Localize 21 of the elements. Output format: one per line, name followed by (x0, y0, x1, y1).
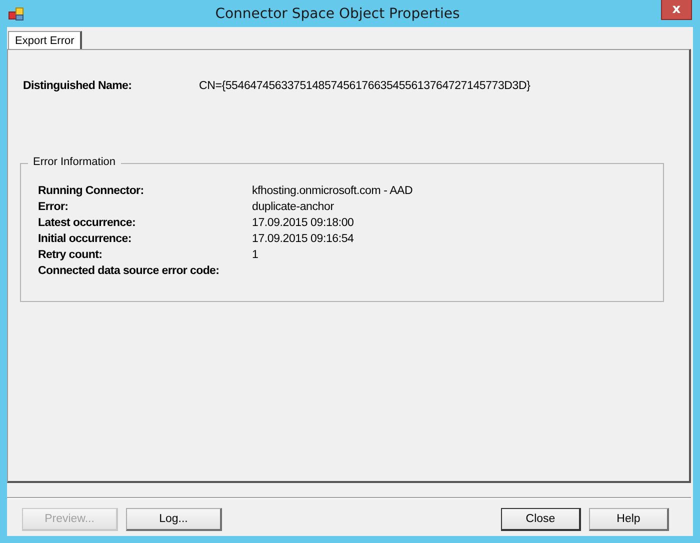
group-title: Error Information (28, 156, 121, 168)
field-value: 17.09.2015 09:16:54 (252, 233, 354, 245)
field-label: Initial occurrence: (38, 233, 132, 245)
field-label: Distinguished Name: (22, 80, 133, 92)
field-value: CN={554647456337514857456176635455613764727145773D3D} (199, 80, 530, 92)
window-close-button[interactable]: x (661, 0, 692, 20)
dialog-button[interactable]: Help (589, 508, 669, 531)
tab[interactable]: Export Error (8, 31, 82, 49)
field-value: duplicate-anchor (252, 201, 334, 213)
field-label: Latest occurrence: (38, 217, 136, 229)
field-value: 1 (252, 249, 258, 261)
dialog-button[interactable]: Log... (126, 508, 222, 531)
field-label: Connected data source error code: (38, 265, 220, 277)
app-icon (8, 6, 24, 22)
field-value: kfhosting.onmicrosoft.com - AAD (252, 185, 413, 197)
field-value: 17.09.2015 09:18:00 (252, 217, 354, 229)
dialog-button[interactable]: Close (501, 508, 581, 531)
field-label: Retry count: (38, 249, 104, 261)
field-label: Running Connector: (38, 185, 145, 197)
field-label: Error: (38, 201, 70, 213)
window-title: Connector Space Object Properties (214, 6, 461, 22)
